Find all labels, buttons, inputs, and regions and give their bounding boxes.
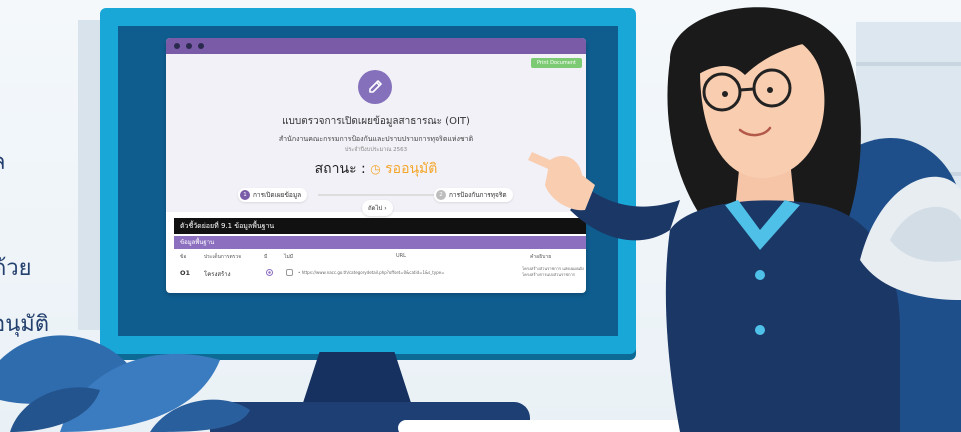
- woman-illustration: [528, 7, 961, 432]
- illustration-scene: ล ด้วย อนุมัติ แบบตรวจการเปิดเผยข้อมูลสา…: [0, 0, 961, 432]
